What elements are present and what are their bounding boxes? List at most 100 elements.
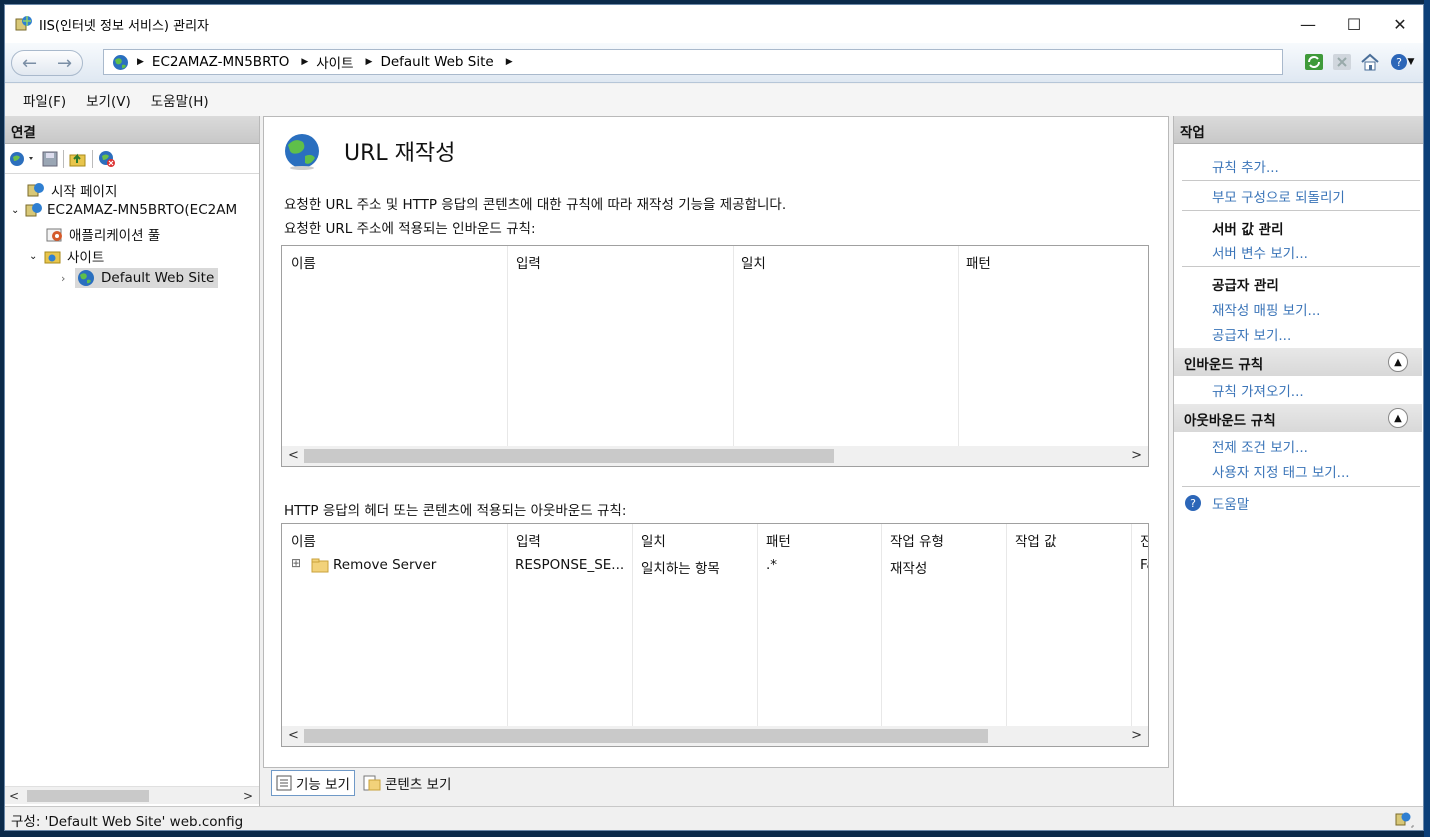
address-bar[interactable]: ▶ EC2AMAZ-MN5BRTO ▶ 사이트 ▶ Default Web Si… xyxy=(103,49,1283,75)
nav-toolbar: ? ▼ xyxy=(1303,51,1417,73)
help-link[interactable]: ? 도움말 xyxy=(1184,493,1249,513)
breadcrumb-sites[interactable]: 사이트 xyxy=(316,52,353,72)
column-header-input[interactable]: 입력 xyxy=(516,252,541,272)
crumb-separator-icon: ▶ xyxy=(365,57,373,67)
column-header-action-type[interactable]: 작업 유형 xyxy=(890,530,944,550)
toolbar-divider xyxy=(92,149,93,168)
scroll-thumb[interactable] xyxy=(304,729,988,743)
tree-item-default-web-site[interactable]: › Default Web Site xyxy=(61,268,219,288)
close-button[interactable]: ✕ xyxy=(1377,5,1423,43)
outbound-rules-section[interactable]: 아웃바운드 규칙 ▲ xyxy=(1174,404,1422,432)
chevron-down-icon[interactable]: ⌄ xyxy=(29,251,43,262)
title-bar: IIS(인터넷 정보 서비스) 관리자 — ☐ ✕ xyxy=(5,5,1423,43)
collapse-icon[interactable]: ▲ xyxy=(1388,352,1408,372)
desktop-edge xyxy=(1424,0,1430,837)
inbound-hscrollbar[interactable]: < > xyxy=(282,446,1148,466)
view-providers-link[interactable]: 공급자 보기... xyxy=(1212,324,1291,344)
expand-icon[interactable]: ⊞ xyxy=(291,556,301,570)
url-rewrite-globe-icon xyxy=(285,134,319,170)
stop-icon[interactable] xyxy=(1331,51,1353,73)
tab-features-view[interactable]: 기능 보기 xyxy=(271,770,355,796)
scroll-thumb[interactable] xyxy=(304,449,834,463)
home-icon[interactable] xyxy=(1359,51,1381,73)
toolbar-divider xyxy=(63,149,64,168)
column-header-pattern[interactable]: 패턴 xyxy=(966,252,991,272)
import-rules-link[interactable]: 규칙 가져오기... xyxy=(1212,380,1304,400)
connect-icon[interactable] xyxy=(9,150,37,168)
chevron-right-icon[interactable]: › xyxy=(61,272,75,285)
divider xyxy=(1182,266,1420,267)
column-header-pattern[interactable]: 패턴 xyxy=(766,530,791,550)
scroll-right-icon[interactable]: > xyxy=(1131,448,1142,463)
scroll-right-icon[interactable]: > xyxy=(1131,728,1142,743)
revert-to-parent-link[interactable]: 부모 구성으로 되돌리기 xyxy=(1212,186,1345,206)
server-icon xyxy=(25,203,42,217)
view-server-variables-link[interactable]: 서버 변수 보기... xyxy=(1212,242,1308,262)
scroll-left-icon[interactable]: < xyxy=(288,728,299,743)
start-page-icon xyxy=(27,183,44,197)
outbound-rules-grid[interactable]: 이름 입력 일치 패턴 작업 유형 작업 값 진 ⊞ Remove Server… xyxy=(281,523,1149,747)
view-rewrite-maps-link[interactable]: 재작성 매핑 보기... xyxy=(1212,299,1320,319)
delete-connection-icon[interactable] xyxy=(97,150,117,168)
inbound-rules-section[interactable]: 인바운드 규칙 ▲ xyxy=(1174,348,1422,376)
up-level-icon[interactable] xyxy=(68,150,88,168)
table-row[interactable]: ⊞ Remove Server RESPONSE_SE... 일치하는 항목 .… xyxy=(282,554,1148,578)
status-text: 구성: 'Default Web Site' web.config xyxy=(11,813,244,830)
connections-tree: 시작 페이지 ⌄ EC2AMAZ-MN5BRTO(EC2AM 애플리케이션 풀 … xyxy=(5,174,259,764)
save-icon[interactable] xyxy=(41,150,59,168)
navigation-bar: ← → ▶ EC2AMAZ-MN5BRTO ▶ 사이트 ▶ Default We… xyxy=(5,43,1423,83)
rule-match: 일치하는 항목 xyxy=(641,561,720,577)
tree-item-server[interactable]: ⌄ EC2AMAZ-MN5BRTO(EC2AM xyxy=(11,202,237,218)
crumb-separator-icon[interactable]: ▶ xyxy=(506,57,513,67)
scroll-right-icon[interactable]: > xyxy=(243,789,253,803)
rule-pattern: .* xyxy=(766,557,778,573)
column-header-input[interactable]: 입력 xyxy=(516,530,541,550)
column-header-match[interactable]: 일치 xyxy=(741,252,766,272)
chevron-down-icon[interactable]: ⌄ xyxy=(11,205,25,216)
outbound-hscrollbar[interactable]: < > xyxy=(282,726,1148,746)
divider xyxy=(1182,180,1420,181)
menu-view[interactable]: 보기(V) xyxy=(86,90,131,110)
connections-hscrollbar[interactable]: < > xyxy=(5,786,259,804)
forward-arrow-icon[interactable]: → xyxy=(57,53,72,74)
tab-content-view[interactable]: 콘텐츠 보기 xyxy=(359,770,455,796)
add-rule-link[interactable]: 규칙 추가... xyxy=(1212,156,1279,176)
column-header-match[interactable]: 일치 xyxy=(641,530,666,550)
view-custom-tags-link[interactable]: 사용자 지정 태그 보기... xyxy=(1212,461,1350,481)
minimize-button[interactable]: — xyxy=(1285,5,1331,43)
connections-toolbar xyxy=(5,144,259,174)
column-header-name[interactable]: 이름 xyxy=(291,530,316,550)
collapse-icon[interactable]: ▲ xyxy=(1388,408,1408,428)
column-header-action-value[interactable]: 작업 값 xyxy=(1015,530,1057,550)
iis-manager-window: IIS(인터넷 정보 서비스) 관리자 — ☐ ✕ ← → ▶ EC2AMAZ-… xyxy=(4,4,1424,831)
rule-input: RESPONSE_SE... xyxy=(515,557,625,573)
inbound-rules-grid[interactable]: 이름 입력 일치 패턴 < > xyxy=(281,245,1149,467)
svg-text:?: ? xyxy=(1190,497,1196,510)
back-arrow-icon[interactable]: ← xyxy=(22,53,37,74)
history-buttons: ← → xyxy=(11,50,83,76)
view-preconditions-link[interactable]: 전제 조건 보기... xyxy=(1212,436,1308,456)
scroll-left-icon[interactable]: < xyxy=(288,448,299,463)
svg-text:?: ? xyxy=(1396,56,1402,69)
breadcrumb-site[interactable]: Default Web Site xyxy=(380,54,493,70)
crumb-separator-icon: ▶ xyxy=(301,57,309,67)
column-header-extra[interactable]: 진 xyxy=(1140,530,1148,550)
refresh-icon[interactable] xyxy=(1303,51,1325,73)
sites-folder-icon xyxy=(44,251,61,264)
tree-item-sites[interactable]: ⌄ 사이트 xyxy=(29,246,104,266)
maximize-button[interactable]: ☐ xyxy=(1331,5,1377,43)
scroll-thumb[interactable] xyxy=(27,790,149,802)
tree-item-app-pools[interactable]: 애플리케이션 풀 xyxy=(45,224,160,244)
status-bar: 구성: 'Default Web Site' web.config xyxy=(5,806,1423,830)
tree-item-start-page[interactable]: 시작 페이지 xyxy=(27,180,117,200)
connections-title: 연결 xyxy=(5,116,259,144)
rule-extra: Fa xyxy=(1140,557,1148,573)
menu-file[interactable]: 파일(F) xyxy=(23,90,66,110)
breadcrumb-server[interactable]: EC2AMAZ-MN5BRTO xyxy=(152,54,289,70)
menu-help[interactable]: 도움말(H) xyxy=(151,90,209,110)
window-controls: — ☐ ✕ xyxy=(1285,5,1423,43)
scroll-left-icon[interactable]: < xyxy=(9,789,19,803)
help-dropdown-icon[interactable]: ? ▼ xyxy=(1387,51,1417,73)
menu-bar: 파일(F) 보기(V) 도움말(H) xyxy=(5,84,1423,116)
column-header-name[interactable]: 이름 xyxy=(291,252,316,272)
